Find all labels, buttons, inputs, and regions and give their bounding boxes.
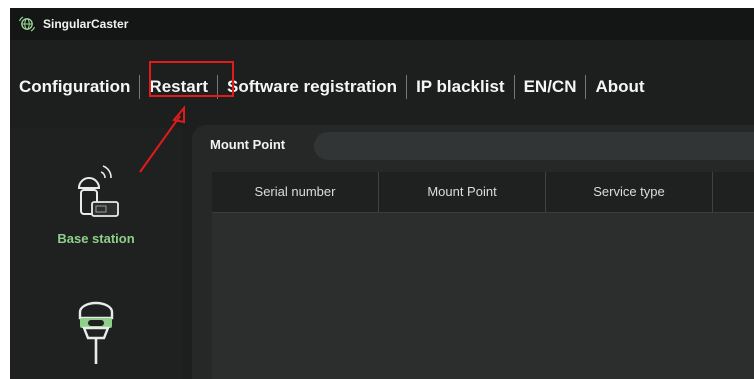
column-header-service-type[interactable]: Service type — [546, 172, 713, 212]
title-bar: SingularCaster — [10, 8, 754, 40]
menu-ip-blacklist[interactable]: IP blacklist — [407, 74, 514, 100]
annotation-arrow-icon — [139, 105, 185, 173]
globe-logo-icon — [18, 16, 36, 32]
sidebar-item-receiver[interactable] — [10, 296, 182, 373]
menu-about[interactable]: About — [586, 74, 653, 100]
column-header-truncated[interactable]: C — [713, 172, 754, 212]
mount-point-input[interactable] — [314, 132, 754, 160]
menu-configuration[interactable]: Configuration — [10, 74, 139, 100]
table-header: Serial number Mount Point Service type C — [212, 172, 754, 213]
column-header-serial-number[interactable]: Serial number — [212, 172, 379, 212]
menu-software-registration[interactable]: Software registration — [218, 74, 406, 100]
base-station-icon — [77, 165, 119, 217]
main-panel: Mount Point Serial number Mount Point Se… — [192, 125, 754, 379]
restart-highlight-box — [149, 61, 234, 97]
sidebar-item-label: Base station — [57, 231, 135, 246]
menu-language-toggle[interactable]: EN/CN — [515, 74, 586, 100]
app-window: SingularCaster Configuration Restart Sof… — [10, 8, 754, 379]
app-title: SingularCaster — [43, 17, 129, 31]
column-header-mount-point[interactable]: Mount Point — [379, 172, 546, 212]
mount-point-table: Serial number Mount Point Service type C — [212, 172, 754, 379]
gnss-receiver-icon — [78, 301, 114, 364]
mount-point-label: Mount Point — [210, 137, 286, 152]
menu-bar: Configuration Restart Software registrat… — [10, 72, 754, 102]
